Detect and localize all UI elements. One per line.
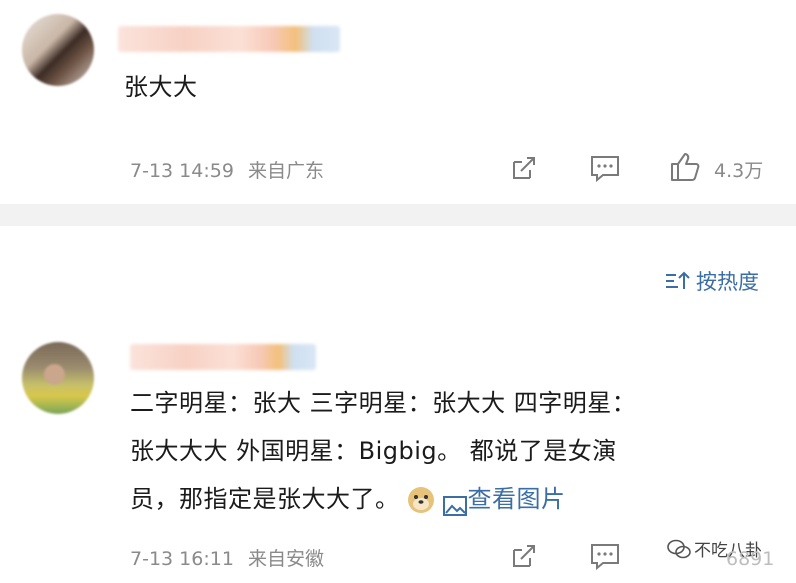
like-icon[interactable] — [668, 150, 702, 184]
comment-time: 7-13 16:11 — [130, 548, 234, 570]
view-image-link[interactable]: 查看图片 — [442, 476, 566, 522]
comment-text-line: 员，那指定是张大大了。 查看图片 — [130, 476, 566, 522]
comment-text-line: 二字明星：张大 三字明星：张大大 四字明星： — [130, 389, 637, 417]
comment-icon[interactable] — [588, 540, 622, 572]
share-icon[interactable] — [508, 540, 540, 572]
comment-text-line3: 员，那指定是张大大了。 — [130, 485, 400, 513]
like-count: 4.3万 — [714, 160, 764, 182]
wechat-watermark-icon — [666, 538, 692, 560]
username-blurred[interactable] — [118, 26, 340, 52]
sort-label: 按热度 — [696, 270, 759, 294]
comment-icon[interactable] — [588, 152, 622, 184]
image-icon — [442, 487, 468, 516]
like-count: 6891 — [726, 548, 775, 570]
comment-meta: 7-13 14:59 来自广东 — [130, 156, 324, 183]
avatar[interactable] — [22, 14, 94, 86]
section-divider — [0, 204, 796, 226]
comment-meta: 7-13 16:11 来自安徽 — [130, 544, 324, 571]
comment-location: 来自安徽 — [247, 548, 324, 570]
avatar[interactable] — [22, 342, 94, 414]
emoji-doge-icon — [406, 484, 436, 514]
comment-location: 来自广东 — [247, 160, 324, 182]
sort-icon — [664, 269, 692, 293]
comment-text-line: 张大大大 外国明星：Bigbig。 都说了是女演 — [130, 437, 617, 465]
sort-button[interactable]: 按热度 — [664, 266, 759, 296]
share-icon[interactable] — [508, 152, 540, 184]
comment-time: 7-13 14:59 — [130, 160, 234, 182]
view-image-label: 查看图片 — [467, 485, 566, 513]
username-blurred[interactable] — [130, 344, 316, 370]
comment-text: 张大大 — [124, 73, 198, 101]
